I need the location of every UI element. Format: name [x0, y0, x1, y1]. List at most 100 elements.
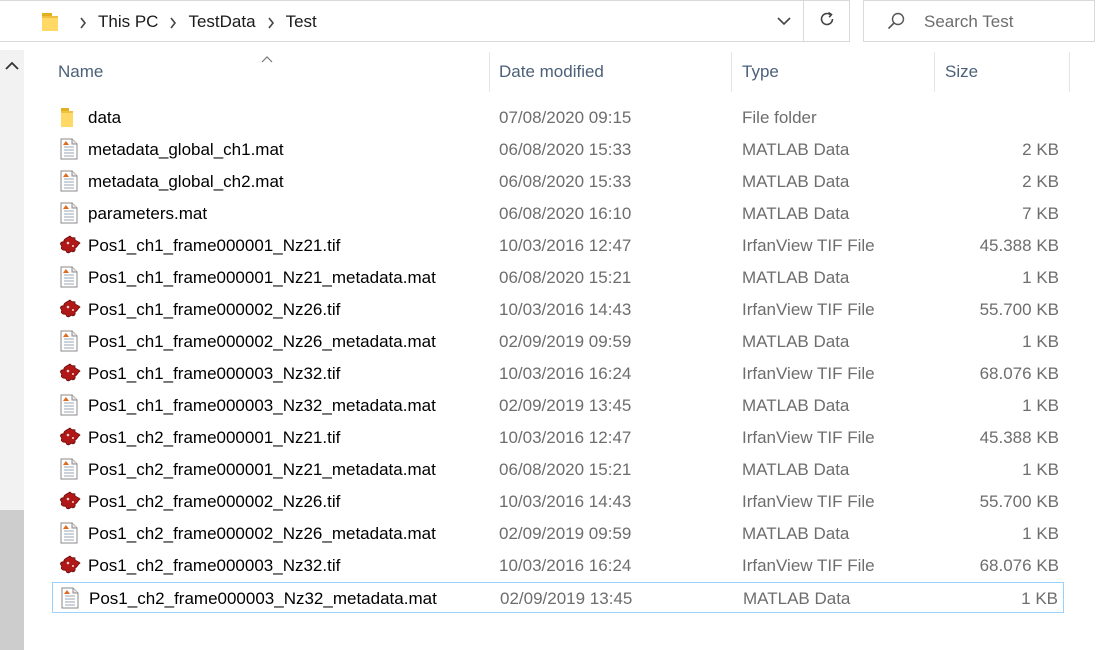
matlab-file-icon	[58, 138, 80, 160]
file-row[interactable]: Pos1_ch2_frame000002_Nz26.tif 10/03/2016 …	[52, 486, 1064, 517]
file-date-modified: 06/08/2020 15:21	[499, 268, 632, 287]
column-header-date-modified[interactable]: Date modified	[490, 52, 731, 92]
file-type: MATLAB Data	[742, 396, 850, 415]
file-date-modified: 06/08/2020 15:21	[499, 460, 632, 479]
irfanview-icon	[58, 490, 81, 512]
navigation-pane-scrollbar[interactable]	[0, 50, 24, 650]
file-name: Pos1_ch1_frame000003_Nz32.tif	[88, 364, 341, 383]
column-header-label: Date modified	[499, 62, 604, 81]
file-row[interactable]: Pos1_ch1_frame000002_Nz26_metadata.mat 02…	[52, 326, 1064, 357]
file-row[interactable]: Pos1_ch2_frame000001_Nz21_metadata.mat 06…	[52, 454, 1064, 485]
file-row[interactable]: Pos1_ch1_frame000002_Nz26.tif 10/03/2016 …	[52, 294, 1064, 325]
file-type: MATLAB Data	[742, 204, 850, 223]
file-name: Pos1_ch1_frame000001_Nz21.tif	[88, 236, 341, 255]
chevron-down-icon	[777, 12, 791, 30]
file-name: Pos1_ch1_frame000002_Nz26_metadata.mat	[88, 332, 436, 351]
address-history-dropdown[interactable]	[766, 1, 802, 41]
matlab-file-icon	[59, 587, 81, 609]
file-row[interactable]: Pos1_ch2_frame000002_Nz26_metadata.mat 02…	[52, 518, 1064, 549]
chevron-right-icon[interactable]	[258, 12, 284, 32]
file-size: 1 KB	[1022, 332, 1059, 351]
breadcrumb-this-pc[interactable]: This PC	[96, 12, 160, 32]
file-name: Pos1_ch2_frame000002_Nz26_metadata.mat	[88, 524, 436, 543]
file-type: MATLAB Data	[742, 172, 850, 191]
file-type: MATLAB Data	[742, 332, 850, 351]
file-row[interactable]: Pos1_ch1_frame000001_Nz21_metadata.mat 06…	[52, 262, 1064, 293]
matlab-file-icon	[58, 170, 80, 192]
file-date-modified: 06/08/2020 15:33	[499, 140, 632, 159]
matlab-file-icon	[58, 394, 80, 416]
chevron-right-icon[interactable]	[70, 12, 96, 32]
file-date-modified: 02/09/2019 13:45	[500, 589, 633, 608]
file-date-modified: 06/08/2020 15:33	[499, 172, 632, 191]
file-date-modified: 10/03/2016 16:24	[499, 364, 632, 383]
file-row[interactable]: metadata_global_ch1.mat 06/08/2020 15:33 M…	[52, 134, 1064, 165]
file-size: 2 KB	[1022, 172, 1059, 191]
file-row[interactable]: Pos1_ch1_frame000001_Nz21.tif 10/03/2016 …	[52, 230, 1064, 261]
file-row[interactable]: Pos1_ch1_frame000003_Nz32_metadata.mat 02…	[52, 390, 1064, 421]
matlab-file-icon	[58, 458, 80, 480]
column-header-type[interactable]: Type	[732, 52, 934, 92]
file-type: IrfanView TIF File	[742, 364, 875, 383]
file-type: IrfanView TIF File	[742, 236, 875, 255]
file-name: Pos1_ch2_frame000002_Nz26.tif	[88, 492, 341, 511]
file-date-modified: 10/03/2016 14:43	[499, 492, 632, 511]
file-date-modified: 02/09/2019 13:45	[499, 396, 632, 415]
file-row[interactable]: metadata_global_ch2.mat 06/08/2020 15:33 M…	[52, 166, 1064, 197]
column-header-size[interactable]: Size	[935, 52, 1069, 92]
file-type: MATLAB Data	[743, 589, 851, 608]
column-header-name[interactable]: Name	[52, 52, 489, 92]
file-row[interactable]: Pos1_ch1_frame000003_Nz32.tif 10/03/2016 …	[52, 358, 1064, 389]
file-name: Pos1_ch1_frame000002_Nz26.tif	[88, 300, 341, 319]
file-date-modified: 10/03/2016 16:24	[499, 556, 632, 575]
file-size: 68.076 KB	[979, 556, 1059, 575]
matlab-file-icon	[58, 202, 80, 224]
file-row[interactable]: Pos1_ch2_frame000001_Nz21.tif 10/03/2016 …	[52, 422, 1064, 453]
file-type: IrfanView TIF File	[742, 556, 875, 575]
search-box[interactable]: Search Test	[863, 0, 1095, 42]
file-row[interactable]: data 07/08/2020 09:15 File folder	[52, 102, 1064, 133]
file-size: 55.700 KB	[979, 492, 1059, 511]
file-row[interactable]: Pos1_ch2_frame000003_Nz32_metadata.mat 02…	[52, 582, 1064, 613]
file-name: Pos1_ch2_frame000003_Nz32_metadata.mat	[89, 589, 437, 608]
column-header-label: Name	[58, 62, 104, 81]
file-size: 1 KB	[1021, 589, 1058, 608]
search-input[interactable]: Search Test	[924, 12, 1013, 32]
file-name: metadata_global_ch2.mat	[88, 172, 284, 191]
toolbar: This PC TestData Test Search Test	[0, 0, 1108, 44]
file-size: 1 KB	[1022, 396, 1059, 415]
file-row[interactable]: Pos1_ch2_frame000003_Nz32.tif 10/03/2016 …	[52, 550, 1064, 581]
irfanview-icon	[58, 554, 81, 576]
file-size: 1 KB	[1022, 268, 1059, 287]
refresh-button[interactable]	[803, 1, 850, 41]
file-name: Pos1_ch2_frame000001_Nz21.tif	[88, 428, 341, 447]
file-date-modified: 06/08/2020 16:10	[499, 204, 632, 223]
file-size: 1 KB	[1022, 524, 1059, 543]
folder-icon	[42, 12, 58, 32]
breadcrumb-test[interactable]: Test	[284, 12, 319, 32]
file-name: Pos1_ch2_frame000001_Nz21_metadata.mat	[88, 460, 436, 479]
scrollbar-thumb[interactable]	[0, 510, 24, 650]
column-header-label: Size	[945, 62, 979, 81]
file-size: 55.700 KB	[979, 300, 1059, 319]
breadcrumb-testdata[interactable]: TestData	[186, 12, 257, 32]
file-type: File folder	[742, 108, 817, 127]
file-row[interactable]: parameters.mat 06/08/2020 16:10 MATLAB Dat…	[52, 198, 1064, 229]
column-divider[interactable]	[1069, 52, 1070, 92]
file-type: MATLAB Data	[742, 140, 850, 159]
file-type: MATLAB Data	[742, 268, 850, 287]
file-type: IrfanView TIF File	[742, 300, 875, 319]
file-name: Pos1_ch1_frame000003_Nz32_metadata.mat	[88, 396, 436, 415]
address-bar[interactable]: This PC TestData Test	[0, 0, 850, 42]
chevron-right-icon[interactable]	[160, 12, 186, 32]
file-name: data	[88, 108, 122, 127]
file-size: 68.076 KB	[979, 364, 1059, 383]
search-icon	[886, 11, 906, 36]
chevron-up-icon[interactable]	[4, 58, 20, 76]
file-type: MATLAB Data	[742, 460, 850, 479]
file-name: Pos1_ch1_frame000001_Nz21_metadata.mat	[88, 268, 436, 287]
breadcrumb: This PC TestData Test	[70, 1, 319, 43]
file-name: metadata_global_ch1.mat	[88, 140, 284, 159]
file-date-modified: 02/09/2019 09:59	[499, 332, 632, 351]
file-date-modified: 02/09/2019 09:59	[499, 524, 632, 543]
